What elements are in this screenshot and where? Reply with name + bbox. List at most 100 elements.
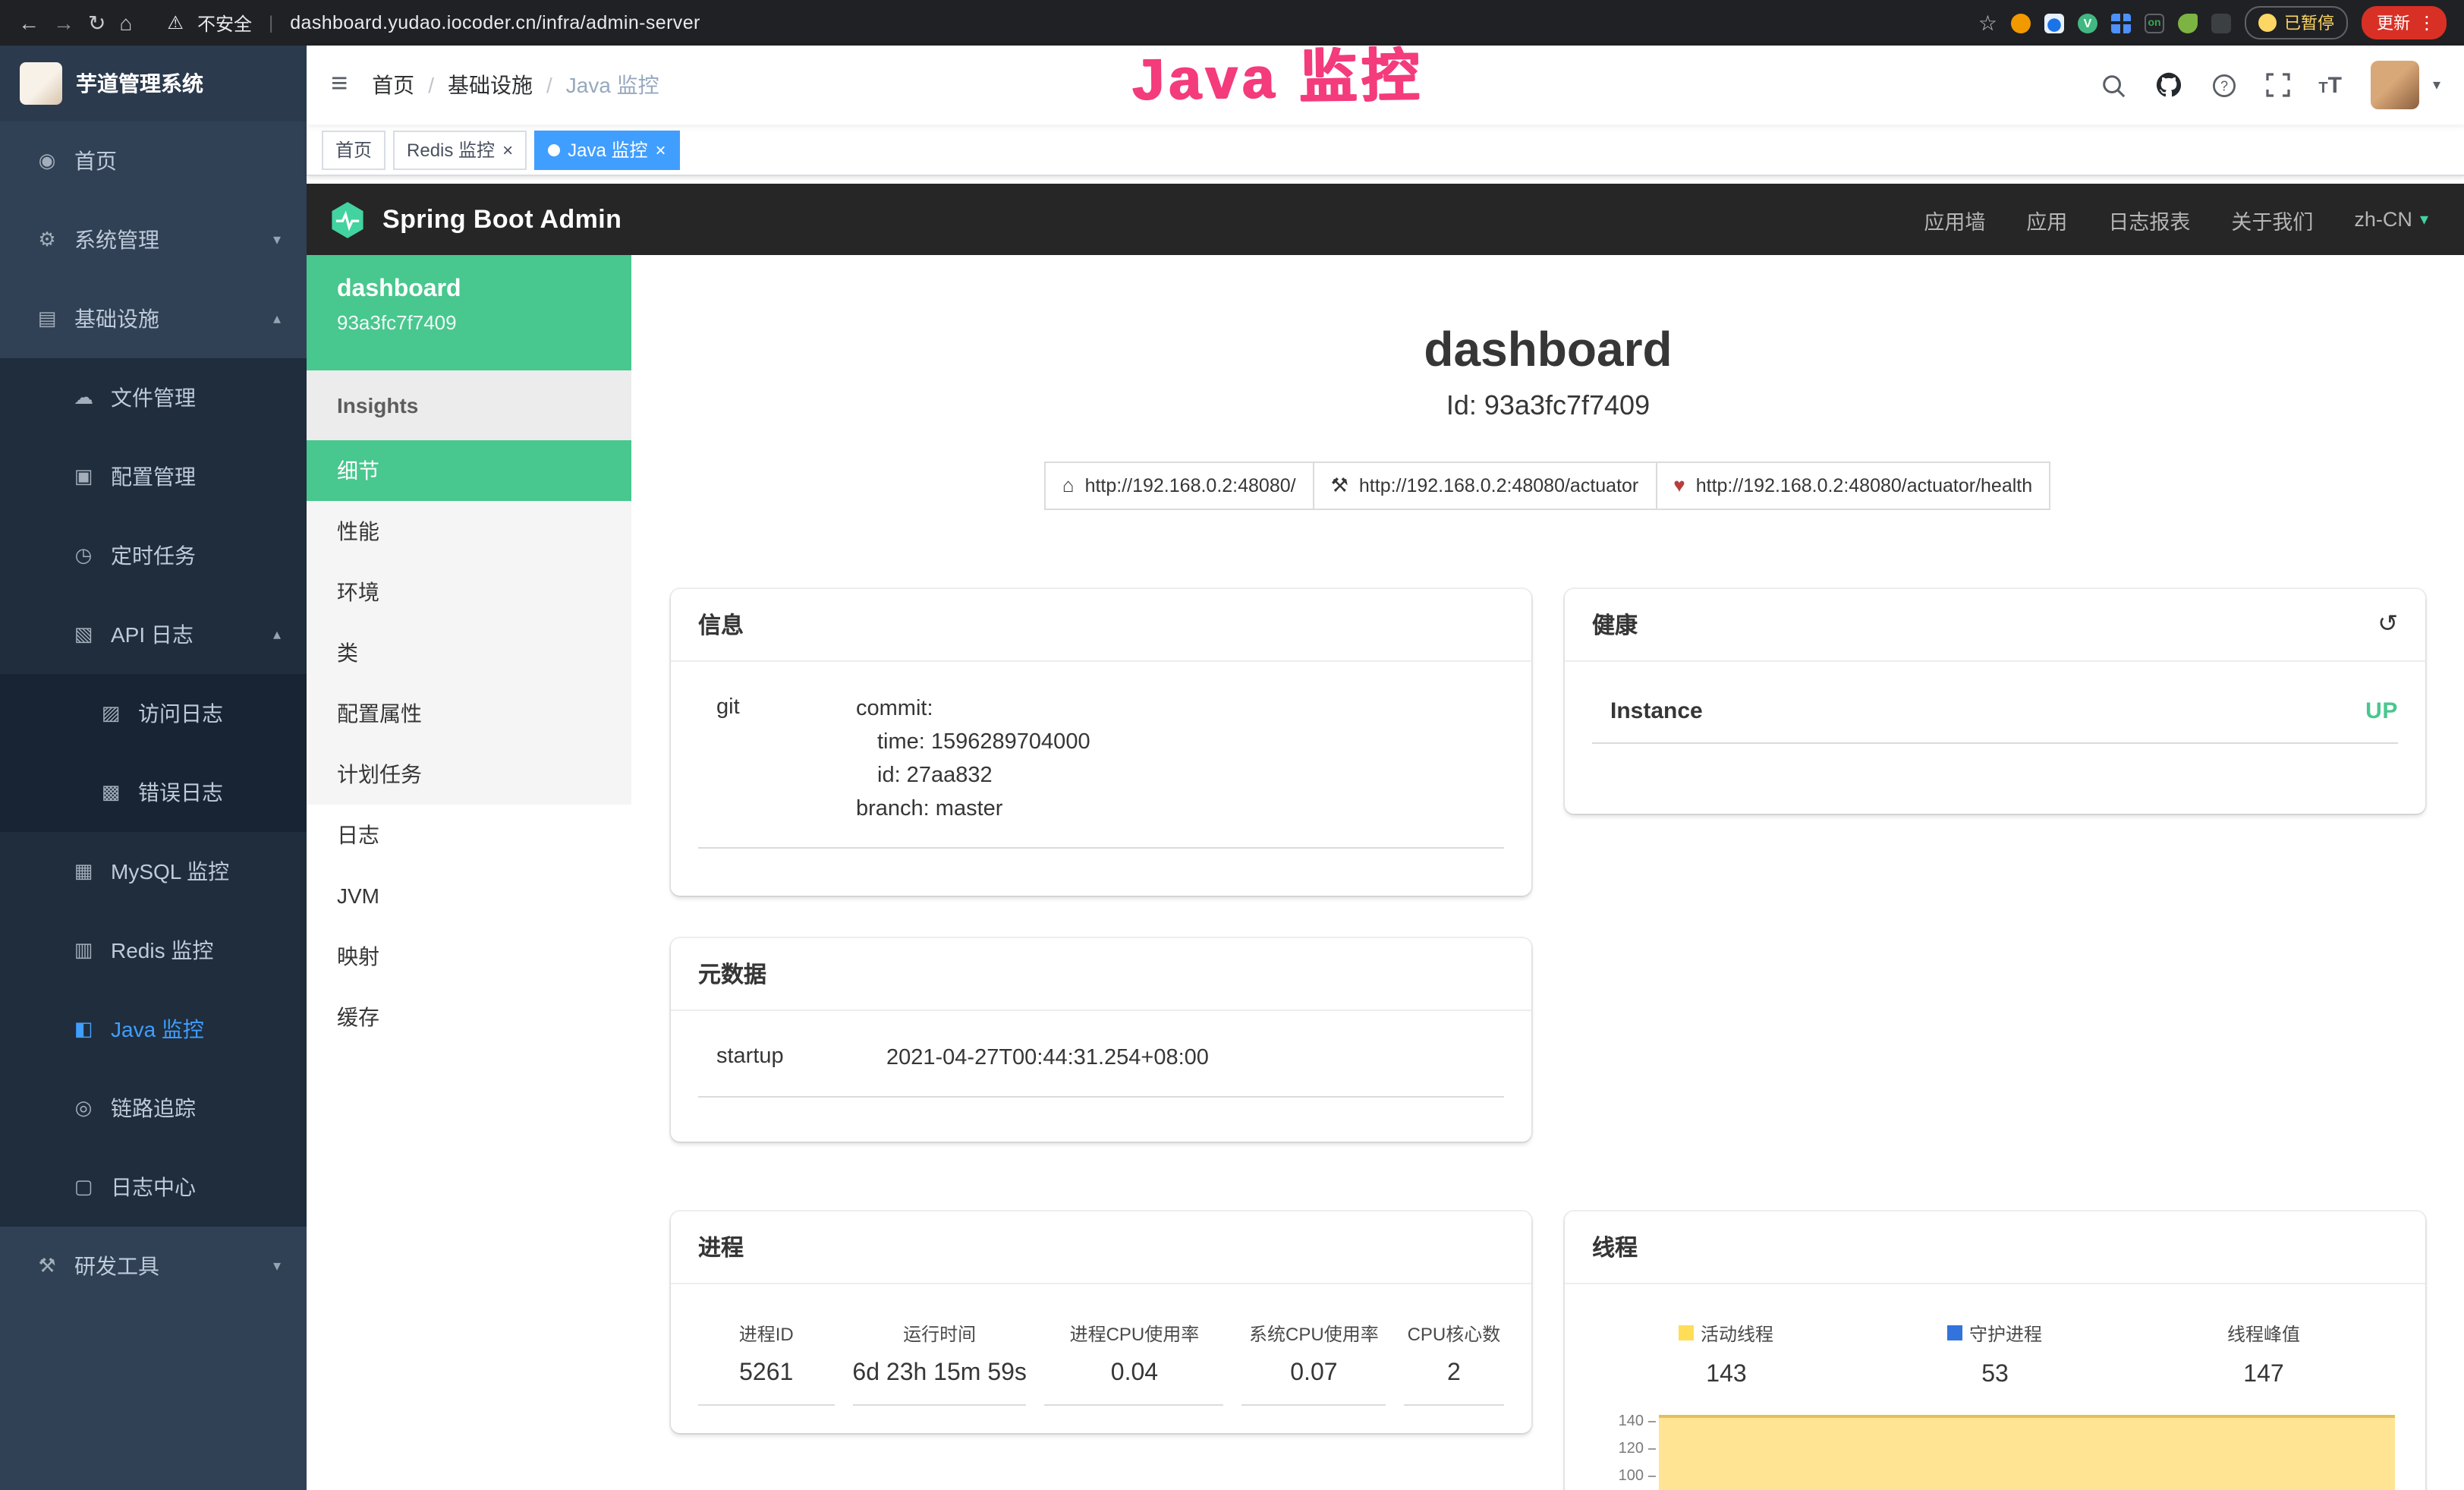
card-title: 信息 [671,589,1531,662]
sidebar-item-log-center[interactable]: ▢ 日志中心 [0,1148,307,1227]
extension-icon-orange[interactable] [2011,13,2031,33]
sba-item-jvm[interactable]: JVM [307,865,631,926]
extension-icon-leaf[interactable] [2178,13,2198,33]
home-icon: ⌂ [1062,474,1075,497]
bookmark-star-icon[interactable]: ☆ [1978,12,1997,33]
sidebar-item-access-log[interactable]: ▨ 访问日志 [0,674,307,753]
search-icon[interactable] [2100,72,2126,98]
instance-link-actuator[interactable]: ⚒ http://192.168.0.2:48080/actuator [1313,461,1657,510]
sba-brand[interactable]: Spring Boot Admin [382,204,622,235]
security-label[interactable]: 不安全 [197,10,252,36]
sba-item-metrics[interactable]: 性能 [307,501,631,562]
sba-content: dashboard Id: 93a3fc7f7409 ⌂ http://192.… [631,255,2464,1490]
instance-link-health[interactable]: ♥ http://192.168.0.2:48080/actuator/heal… [1655,461,2050,510]
sba-item-logs[interactable]: 日志 [307,805,631,865]
menu-label: 错误日志 [138,777,223,808]
sba-item-scheduled-tasks[interactable]: 计划任务 [307,744,631,805]
java-monitor-icon: ◧ [67,1017,100,1041]
threads-chart-y-axis: 140 120 100 [1592,1410,1659,1490]
metric-cpu-cores: CPU核心数 2 [1404,1321,1504,1406]
instance-id: Id: 93a3fc7f7409 [671,390,2425,422]
trace-icon: ◎ [67,1096,100,1120]
legend-daemon-threads: 守护进程 53 [1861,1321,2129,1389]
file-icon: ☁ [67,386,100,410]
tags-view: 首页 Redis 监控 × Java 监控 × [307,124,2464,176]
health-instance-row[interactable]: Instance UP [1592,674,2398,744]
sba-nav-wallboard[interactable]: 应用墙 [1924,204,1985,235]
browser-menu-icon[interactable]: ⋮ [2418,12,2436,33]
sba-instance-header[interactable]: dashboard 93a3fc7f7409 [307,255,631,370]
extension-icon-on[interactable]: on [2145,13,2164,33]
link-url: http://192.168.0.2:48080/ [1085,475,1296,496]
sba-item-details[interactable]: 细节 [307,440,631,501]
url-divider: | [269,12,273,33]
sidebar-item-java-monitor[interactable]: ◧ Java 监控 [0,990,307,1069]
tab-redis-monitor[interactable]: Redis 监控 × [393,130,527,169]
tab-java-monitor[interactable]: Java 监控 × [534,130,679,169]
info-key: git [698,692,856,826]
sidebar-item-cron[interactable]: ◷ 定时任务 [0,516,307,595]
sba-nav-about[interactable]: 关于我们 [2231,204,2313,235]
access-log-icon: ▨ [94,701,127,726]
app-logo[interactable]: 芋道管理系统 [0,46,307,121]
sba-locale-select[interactable]: zh-CN ▾ [2354,208,2428,231]
cards-left-column: 信息 git commit: time: 1596289704000 [671,589,1531,1490]
card-title: 健康 [1592,609,1638,641]
link-url: http://192.168.0.2:48080/actuator [1359,475,1638,496]
breadcrumb-item-home[interactable]: 首页 [372,70,414,100]
paused-extension-badge[interactable]: 已暂停 [2245,6,2348,39]
sidebar-item-trace[interactable]: ◎ 链路追踪 [0,1069,307,1148]
sidebar-item-mysql-monitor[interactable]: ▦ MySQL 监控 [0,832,307,911]
sba-body: dashboard 93a3fc7f7409 Insights 细节 性能 环境… [307,255,2464,1490]
tab-home[interactable]: 首页 [322,130,385,169]
card-title: 线程 [1565,1211,2425,1284]
sidebar-item-infra[interactable]: ▤ 基础设施 ▴ [0,279,307,358]
back-icon[interactable]: ← [18,12,39,33]
chevron-down-icon: ▾ [273,232,281,248]
close-icon[interactable]: × [502,140,513,159]
sidebar-item-api-log[interactable]: ▧ API 日志 ▴ [0,595,307,674]
chevron-down-icon: ▾ [2420,209,2428,229]
avatar-caret-icon[interactable]: ▾ [2433,77,2440,93]
help-icon[interactable]: ? [2211,72,2236,98]
sba-nav-applications[interactable]: 应用 [2026,204,2067,235]
sidebar-item-error-log[interactable]: ▩ 错误日志 [0,753,307,832]
cards-right-column: 健康 ↺ Instance UP [1565,589,2425,1490]
sidebar-item-dashboard[interactable]: ◉ 首页 [0,121,307,200]
avatar[interactable] [2371,61,2419,109]
live-threads-area [1659,1415,2395,1490]
refresh-icon[interactable]: ↻ [88,12,105,33]
sidebar-item-system[interactable]: ⚙ 系统管理 ▾ [0,200,307,279]
sidebar-item-config-manage[interactable]: ▣ 配置管理 [0,437,307,516]
fullscreen-icon[interactable] [2265,73,2289,97]
sba-item-classes[interactable]: 类 [307,622,631,683]
redis-icon: ▥ [67,938,100,962]
extension-icon-plugin[interactable] [2211,13,2231,33]
github-icon[interactable] [2154,71,2182,99]
app-sidebar: 芋道管理系统 ◉ 首页 ⚙ 系统管理 ▾ ▤ 基础设施 ▴ ☁ 文件管理 ▣ [0,46,307,1490]
sidebar-item-redis-monitor[interactable]: ▥ Redis 监控 [0,911,307,990]
sba-item-mappings[interactable]: 映射 [307,926,631,987]
dashboard-icon: ◉ [30,149,64,173]
sba-nav-journal[interactable]: 日志报表 [2108,204,2190,235]
sidebar-item-file-manage[interactable]: ☁ 文件管理 [0,358,307,437]
history-icon[interactable]: ↺ [2377,610,2398,640]
url-text[interactable]: dashboard.yudao.iocoder.cn/infra/admin-s… [290,12,700,33]
font-size-icon[interactable]: TT [2318,74,2342,96]
sba-item-config-props[interactable]: 配置属性 [307,683,631,744]
breadcrumb-item-infra[interactable]: 基础设施 [448,70,533,100]
browser-update-button[interactable]: 更新 ⋮ [2362,6,2447,39]
extension-icon-vue[interactable]: V [2078,13,2097,33]
sba-item-environment[interactable]: 环境 [307,562,631,622]
menu-label: 配置管理 [111,461,196,492]
hamburger-icon[interactable]: ≡ [331,68,348,102]
extension-icon-blue-drop[interactable] [2044,13,2064,33]
forward-icon[interactable]: → [53,12,74,33]
close-icon[interactable]: × [655,140,666,159]
sba-item-caches[interactable]: 缓存 [307,987,631,1047]
extension-icon-grid[interactable] [2111,13,2131,33]
instance-link-root[interactable]: ⌂ http://192.168.0.2:48080/ [1044,461,1314,510]
sidebar-item-devtools[interactable]: ⚒ 研发工具 ▾ [0,1227,307,1306]
browser-home-icon[interactable]: ⌂ [119,12,132,33]
menu-label: 访问日志 [138,698,223,729]
